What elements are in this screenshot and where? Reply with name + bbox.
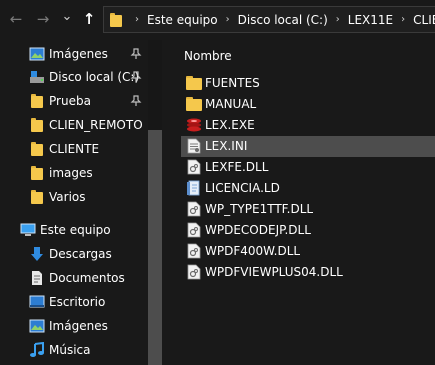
navigation-scrollbar[interactable] [148,40,162,365]
navigation-bar: ← → ⌄ ↑ › Este equipo › Disco local (C:)… [0,0,435,40]
sidebar-item-images[interactable]: images [0,162,148,184]
sidebar-item-label: Imágenes [49,319,108,333]
file-row-manual[interactable]: MANUAL [181,94,435,115]
sidebar-item-label: Disco local (C:) [49,70,140,84]
up-button[interactable]: ↑ [80,10,98,28]
sidebar-item-label: Descargas [49,247,112,261]
dll-file-icon [187,264,201,280]
folder-icon [31,190,47,206]
file-name: WP_TYPE1TTF.DLL [205,202,314,216]
file-list: Nombre FUENTES MANUAL LEX.EXE LEX.INI LE… [162,40,435,365]
sidebar-item-imagenes[interactable]: Imágenes [0,43,148,65]
file-name: WPDFVIEWPLUS04.DLL [205,265,343,279]
breadcrumb-separator[interactable]: › [395,14,411,25]
pictures-icon [29,47,45,61]
sidebar-item-imagenes-pc[interactable]: Imágenes [0,315,148,337]
dll-file-icon [187,159,201,175]
file-row-wpdfviewplus04-dll[interactable]: WPDFVIEWPLUS04.DLL [181,262,435,283]
sidebar-item-label: Documentos [49,271,125,285]
file-name: LEXFE.DLL [205,160,269,174]
folder-icon [186,76,202,92]
file-row-licencia-ld[interactable]: LICENCIA.LD [181,178,435,199]
dll-file-icon [187,243,201,259]
navigation-pane: Imágenes Disco local (C:) Prueba CLIEN_R… [0,40,148,365]
sidebar-item-clien-remoto[interactable]: CLIEN_REMOTO [0,114,148,136]
folder-icon [186,97,202,113]
sidebar-item-descargas[interactable]: Descargas [0,243,148,265]
breadcrumb-cliente[interactable]: CLIENTE [411,13,435,27]
sidebar-item-disco-local[interactable]: Disco local (C:) [0,66,148,88]
ld-file-icon [187,180,200,196]
sidebar-item-label: Varios [49,190,86,204]
sidebar-item-documentos[interactable]: Documentos [0,267,148,289]
sidebar-item-escritorio[interactable]: Escritorio [0,291,148,313]
chevron-down-icon: ⌄ [61,9,73,24]
dll-file-icon [187,222,201,238]
pictures-icon [29,319,45,333]
desktop-icon [29,295,45,308]
drive-icon [30,71,44,83]
sidebar-item-label: Este equipo [40,223,111,237]
file-row-wp-type1ttf-dll[interactable]: WP_TYPE1TTF.DLL [181,199,435,220]
sidebar-item-label: CLIEN_REMOTO [49,118,143,132]
folder-icon [31,94,47,110]
breadcrumb-separator[interactable]: › [220,14,236,25]
music-icon [30,342,44,357]
folder-icon [31,142,47,158]
sidebar-item-cliente[interactable]: CLIENTE [0,138,148,160]
pin-icon[interactable] [130,48,142,60]
sidebar-item-label: Escritorio [49,295,106,309]
sidebar-item-label: Prueba [49,94,91,108]
documents-icon [32,271,42,285]
file-row-lex-exe[interactable]: LEX.EXE [181,115,435,136]
sidebar-item-musica[interactable]: Música [0,339,148,361]
sidebar-item-label: CLIENTE [49,142,100,156]
file-name: LEX.INI [205,139,248,153]
breadcrumb-lex11e[interactable]: LEX11E [346,13,395,27]
scrollbar-thumb[interactable] [148,130,162,365]
folder-icon [108,13,124,27]
folder-icon [31,166,47,182]
breadcrumb-separator[interactable]: › [330,14,346,25]
file-row-wpdf400w-dll[interactable]: WPDF400W.DLL [181,241,435,262]
file-name: MANUAL [205,97,257,111]
file-name: FUENTES [205,76,260,90]
pin-icon[interactable] [130,71,142,83]
file-name: WPDECODEJP.DLL [205,223,311,237]
breadcrumb: › Este equipo › Disco local (C:) › LEX11… [108,7,435,32]
file-name: LICENCIA.LD [205,181,280,195]
file-name: WPDF400W.DLL [205,244,301,258]
address-bar[interactable]: › Este equipo › Disco local (C:) › LEX11… [103,6,435,33]
pin-icon[interactable] [130,95,142,107]
sidebar-item-prueba[interactable]: Prueba [0,90,148,112]
dll-file-icon [187,201,201,217]
recent-locations-button[interactable]: ⌄ [58,8,76,26]
back-button[interactable]: ← [7,10,25,28]
forward-button[interactable]: → [34,10,52,28]
computer-icon [20,223,36,236]
up-arrow-icon: ↑ [82,10,96,28]
sidebar-item-varios[interactable]: Varios [0,186,148,208]
sidebar-item-este-equipo[interactable]: Este equipo [0,219,148,241]
file-row-lexfe-dll[interactable]: LEXFE.DLL [181,157,435,178]
sidebar-item-label: Imágenes [49,47,108,61]
file-row-wpdecodejp-dll[interactable]: WPDECODEJP.DLL [181,220,435,241]
breadcrumb-separator[interactable]: › [129,14,145,25]
file-row-lex-ini[interactable]: LEX.INI [181,136,435,157]
file-name: LEX.EXE [205,118,255,132]
forward-arrow-icon: → [36,10,50,28]
column-header-nombre[interactable]: Nombre [184,49,232,63]
back-arrow-icon: ← [9,10,23,28]
folder-icon [31,118,47,134]
exe-icon [187,118,201,132]
breadcrumb-disco-local[interactable]: Disco local (C:) [236,13,330,27]
downloads-icon [31,247,43,261]
breadcrumb-este-equipo[interactable]: Este equipo [145,13,220,27]
ini-file-icon [187,138,201,154]
sidebar-item-label: images [49,166,93,180]
file-row-fuentes[interactable]: FUENTES [181,73,435,94]
sidebar-item-label: Música [49,343,91,357]
